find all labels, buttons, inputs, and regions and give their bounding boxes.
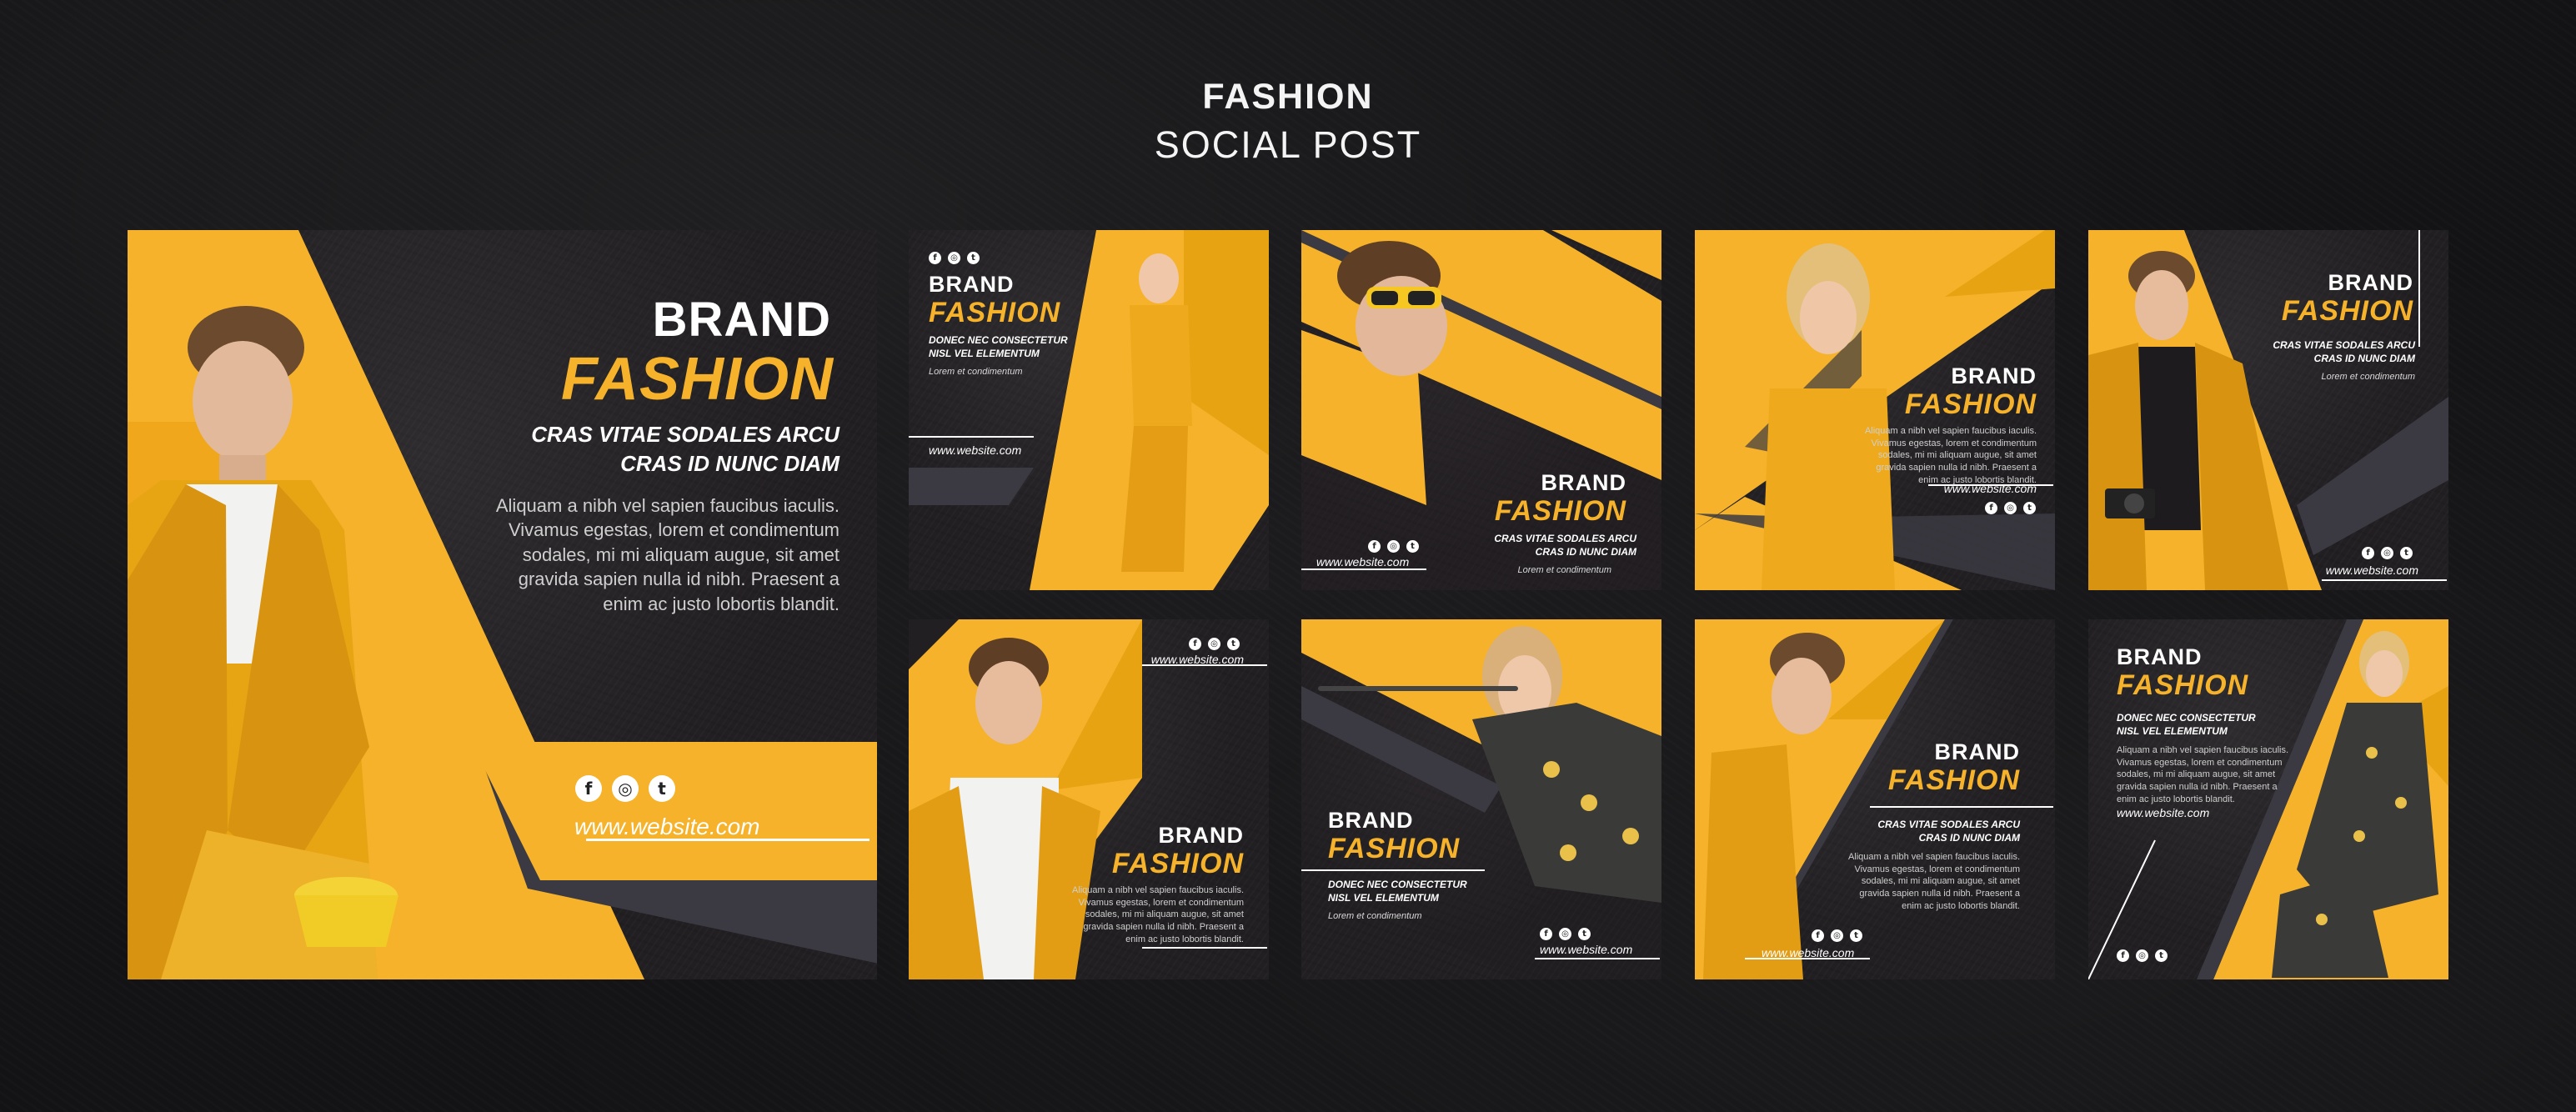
- post-8-website[interactable]: www.website.com: [2117, 806, 2209, 819]
- post-6-graphics: [1301, 619, 1661, 979]
- post-4-subheading: CRAS VITAE SODALES ARCU CRAS ID NUNC DIA…: [2273, 339, 2415, 365]
- twitter-icon[interactable]: t: [2155, 949, 2168, 962]
- post-7-subheading: CRAS VITAE SODALES ARCU CRAS ID NUNC DIA…: [1877, 819, 2020, 844]
- twitter-icon[interactable]: t: [1227, 638, 1240, 650]
- post-6-subheading: DONEC NEC CONSECTETUR NISL VEL ELEMENTUM: [1328, 879, 1467, 904]
- page-subtitle: SOCIAL POST: [1154, 123, 1422, 166]
- post-3-brand: BRAND: [1951, 363, 2037, 388]
- post-main-website[interactable]: www.website.com: [574, 814, 760, 840]
- post-4[interactable]: BRAND FASHION CRAS VITAE SODALES ARCU CR…: [2088, 230, 2448, 590]
- instagram-icon[interactable]: ◎: [1831, 929, 1843, 942]
- facebook-icon[interactable]: f: [575, 775, 602, 802]
- twitter-icon[interactable]: t: [649, 775, 675, 802]
- twitter-icon[interactable]: t: [2400, 547, 2413, 559]
- post-8[interactable]: BRAND FASHION DONEC NEC CONSECTETUR NISL…: [2088, 619, 2448, 979]
- post-1-social: f ◎ t: [929, 252, 980, 264]
- post-6-social: f ◎ t: [1540, 928, 1591, 940]
- instagram-icon[interactable]: ◎: [948, 252, 960, 264]
- post-main-social: f ◎ t: [575, 775, 675, 802]
- page-title: FASHION: [1202, 77, 1374, 117]
- post-5-fashion: FASHION: [1111, 848, 1244, 879]
- post-main-subheading: CRAS VITAE SODALES ARCU CRAS ID NUNC DIA…: [531, 422, 839, 477]
- post-4-website[interactable]: www.website.com: [2326, 564, 2418, 577]
- post-1-brand: BRAND: [929, 272, 1015, 297]
- post-2-subheading: CRAS VITAE SODALES ARCU CRAS ID NUNC DIA…: [1494, 533, 1636, 559]
- facebook-icon[interactable]: f: [2117, 949, 2129, 962]
- post-2-brand: BRAND: [1541, 470, 1626, 495]
- facebook-icon[interactable]: f: [1985, 502, 1997, 514]
- facebook-icon[interactable]: f: [1368, 540, 1381, 553]
- post-5-brand: BRAND: [1158, 823, 1244, 848]
- post-main[interactable]: BRAND FASHION CRAS VITAE SODALES ARCU CR…: [128, 230, 877, 979]
- post-6-website[interactable]: www.website.com: [1540, 943, 1632, 956]
- post-4-fashion: FASHION: [2281, 295, 2413, 327]
- post-6-lorem: Lorem et condimentum: [1328, 911, 1422, 921]
- facebook-icon[interactable]: f: [1540, 928, 1552, 940]
- post-3[interactable]: BRAND FASHION Aliquam a nibh vel sapien …: [1695, 230, 2055, 590]
- post-1-website[interactable]: www.website.com: [929, 443, 1021, 457]
- twitter-icon[interactable]: t: [1578, 928, 1591, 940]
- post-7-graphics: [1695, 619, 2053, 979]
- post-8-social: f ◎ t: [2117, 949, 2168, 962]
- post-2-website[interactable]: www.website.com: [1316, 555, 1409, 569]
- post-8-body: Aliquam a nibh vel sapien faucibus iacul…: [2117, 745, 2289, 804]
- post-6[interactable]: BRAND FASHION DONEC NEC CONSECTETUR NISL…: [1301, 619, 1661, 979]
- post-3-fashion: FASHION: [1904, 388, 2037, 420]
- post-2[interactable]: BRAND FASHION CRAS VITAE SODALES ARCU CR…: [1301, 230, 1661, 590]
- post-8-fashion: FASHION: [2117, 669, 2249, 701]
- instagram-icon[interactable]: ◎: [1387, 540, 1400, 553]
- post-3-social: f ◎ t: [1985, 502, 2036, 514]
- facebook-icon[interactable]: f: [929, 252, 941, 264]
- twitter-icon[interactable]: t: [2023, 502, 2036, 514]
- post-6-fashion: FASHION: [1328, 833, 1461, 864]
- post-3-body: Aliquam a nibh vel sapien faucibus iacul…: [1864, 426, 2037, 485]
- post-7[interactable]: BRAND FASHION CRAS VITAE SODALES ARCU CR…: [1695, 619, 2055, 979]
- post-7-fashion: FASHION: [1887, 764, 2020, 796]
- post-main-fashion: FASHION: [560, 346, 834, 413]
- post-1-lorem: Lorem et condimentum: [929, 367, 1023, 377]
- facebook-icon[interactable]: f: [2362, 547, 2374, 559]
- post-4-brand: BRAND: [2328, 270, 2413, 295]
- twitter-icon[interactable]: t: [967, 252, 980, 264]
- twitter-icon[interactable]: t: [1850, 929, 1862, 942]
- post-2-fashion: FASHION: [1494, 495, 1626, 527]
- post-main-body: Aliquam a nibh vel sapien faucibus iacul…: [495, 495, 839, 614]
- instagram-icon[interactable]: ◎: [1208, 638, 1220, 650]
- post-1-fashion: FASHION: [929, 297, 1061, 328]
- post-2-social: f ◎ t: [1368, 540, 1419, 553]
- facebook-icon[interactable]: f: [1189, 638, 1201, 650]
- post-4-social: f ◎ t: [2362, 547, 2413, 559]
- post-4-lorem: Lorem et condimentum: [2321, 372, 2416, 382]
- post-5[interactable]: f ◎ t www.website.com BRAND FASHION Aliq…: [909, 619, 1269, 979]
- post-5-social: f ◎ t: [1189, 638, 1240, 650]
- post-6-brand: BRAND: [1328, 808, 1414, 833]
- facebook-icon[interactable]: f: [1812, 929, 1824, 942]
- post-7-website[interactable]: www.website.com: [1762, 946, 1854, 959]
- post-7-social: f ◎ t: [1812, 929, 1862, 942]
- post-3-website[interactable]: www.website.com: [1944, 482, 2037, 495]
- post-8-brand: BRAND: [2117, 644, 2203, 669]
- instagram-icon[interactable]: ◎: [2381, 547, 2393, 559]
- post-7-brand: BRAND: [1934, 739, 2020, 764]
- instagram-icon[interactable]: ◎: [2004, 502, 2017, 514]
- post-1[interactable]: f ◎ t BRAND FASHION DONEC NEC CONSECTETU…: [909, 230, 1269, 590]
- twitter-icon[interactable]: t: [1406, 540, 1419, 553]
- post-main-brand: BRAND: [652, 293, 831, 347]
- post-1-subheading: DONEC NEC CONSECTETUR NISL VEL ELEMENTUM: [929, 334, 1068, 360]
- post-2-lorem: Lorem et condimentum: [1517, 565, 1612, 575]
- post-8-subheading: DONEC NEC CONSECTETUR NISL VEL ELEMENTUM: [2117, 712, 2256, 738]
- instagram-icon[interactable]: ◎: [612, 775, 639, 802]
- instagram-icon[interactable]: ◎: [1559, 928, 1571, 940]
- post-7-body: Aliquam a nibh vel sapien faucibus iacul…: [1847, 852, 2020, 911]
- post-5-website[interactable]: www.website.com: [1151, 653, 1244, 666]
- post-5-body: Aliquam a nibh vel sapien faucibus iacul…: [1071, 885, 1244, 944]
- instagram-icon[interactable]: ◎: [2136, 949, 2148, 962]
